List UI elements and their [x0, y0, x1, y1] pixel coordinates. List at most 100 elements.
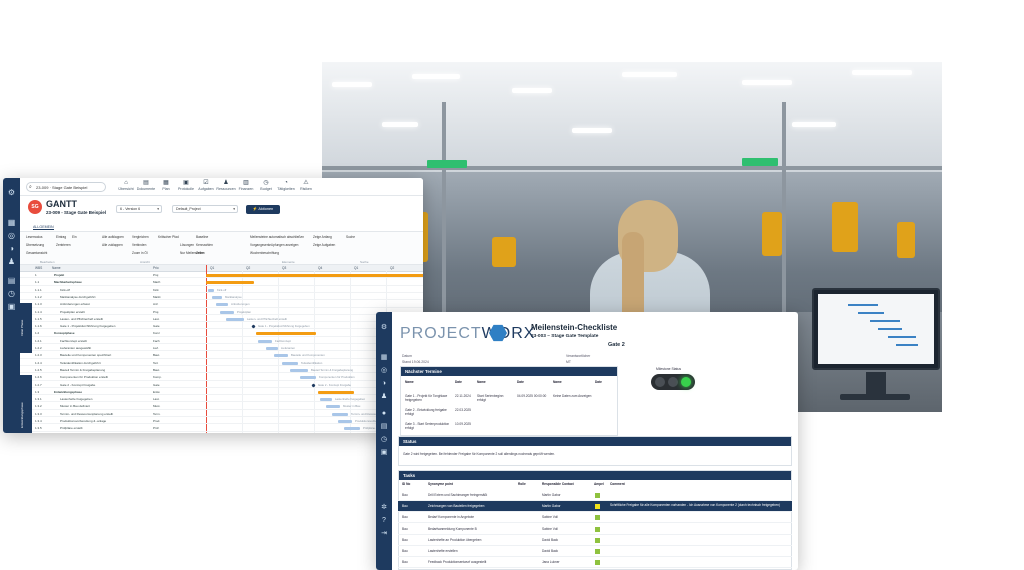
gantt-row[interactable]: 1.2.5 Bauteil Termin & Freigabeplanung Bau…	[20, 368, 423, 374]
task-row[interactable]: Bau Lastenhefte erstellen David Back	[398, 546, 792, 557]
document-icon[interactable]: ▤	[7, 276, 16, 285]
gantt-row[interactable]: 1.3 Entwicklungsphase Entw	[20, 390, 423, 396]
task-bar[interactable]	[216, 303, 228, 307]
task-bar[interactable]	[332, 412, 348, 416]
toolbar-item[interactable]: Vergleichen	[132, 235, 149, 239]
task-bar[interactable]	[274, 354, 288, 358]
toolbar-item[interactable]: Suche	[346, 235, 355, 239]
next-dates-cell: Keine Daten zum Anzeigen	[553, 394, 592, 398]
task-bar[interactable]	[300, 376, 316, 380]
project-select[interactable]: Default_Project ▾	[172, 205, 238, 213]
green-sign	[427, 160, 467, 168]
gantt-row[interactable]: 1.2.4 Teileidentifikation durchgeführt Tei…	[20, 361, 423, 366]
ceiling-light	[572, 128, 612, 133]
task-row[interactable]: Bau Lastenhefte an Produktion übergeben Da…	[398, 535, 792, 546]
toolbar-item[interactable]: Zeige Anfang	[313, 235, 332, 239]
gantt-toolbar: Lesemodus Übersetzung Gesamtansicht Eintrag…	[20, 231, 423, 265]
traffic-light-off	[655, 377, 665, 387]
project-search-input[interactable]: ⌕ 23-009 · Stage Gate Beispiel	[26, 182, 106, 192]
gantt-row[interactable]: 1.2.2 Lieferanten ausgewählt Lief.	[20, 346, 423, 352]
target-icon[interactable]: ◎	[7, 231, 16, 240]
toolbar-item[interactable]: Meilensteine automatisch abschließen	[250, 235, 304, 239]
summary-bar[interactable]	[256, 332, 316, 336]
logout-icon[interactable]: ⇥	[380, 530, 388, 538]
actions-button[interactable]: ⚡ Aktionen	[246, 205, 280, 214]
toolbar-item[interactable]: Zoom in Öl	[132, 251, 148, 255]
chart-icon[interactable]: ◑	[380, 380, 388, 388]
toolbar-item[interactable]: Verbinden	[132, 243, 146, 247]
summary-bar[interactable]	[206, 274, 423, 277]
task-row[interactable]: Bau Zeichnungen von Bauteilen freigegeben…	[398, 501, 792, 513]
gantt-row[interactable]: 1.2.6 Komponenten für Produktion erstellt…	[20, 375, 423, 381]
summary-bar[interactable]	[206, 281, 254, 285]
version-select[interactable]: 6 - Version 6 ▾	[116, 205, 162, 213]
toolbar-item[interactable]: Kritischer Pfad	[158, 235, 179, 239]
clock-icon[interactable]: ◷	[7, 289, 16, 298]
settings-icon[interactable]: ✲	[380, 504, 388, 512]
document-icon[interactable]: ▤	[380, 423, 388, 431]
toolbar-item[interactable]: Alle aufklappen	[102, 235, 124, 239]
task-row[interactable]: Bau Bedarfsanmeldung Komponente B Sabine V…	[398, 524, 792, 535]
checklist-title: Meilenstein-Checkliste	[531, 323, 618, 332]
gantt-row[interactable]: 1.1.6 Gate 1 - Projektdurchführung freige…	[20, 324, 423, 330]
task-bar[interactable]	[258, 339, 272, 343]
task-bar[interactable]	[344, 427, 360, 431]
row-prio: Gate	[153, 324, 160, 329]
toolbar-item[interactable]: Alle zuklappen	[102, 243, 123, 247]
grid-icon[interactable]: ▦	[7, 218, 16, 227]
app-logo-icon[interactable]: ⚙	[7, 188, 16, 197]
nav-tab-9[interactable]: ⚠ Risiken	[292, 179, 320, 195]
task-row[interactable]: Bau Drill Extem und Sachimanger freingemä…	[398, 490, 792, 501]
task-bar[interactable]	[326, 405, 340, 409]
toolbar-item[interactable]: Kennzahlen	[196, 243, 213, 247]
summary-bar[interactable]	[318, 390, 354, 394]
toolbar-item[interactable]: Zentrieren	[56, 243, 71, 247]
task-cell-name: Bedarfsanmeldung Komponente B	[428, 526, 477, 531]
toolbar-item[interactable]: Übersetzung	[26, 243, 44, 247]
toolbar-item[interactable]: Gesamtansicht	[26, 251, 47, 255]
task-bar[interactable]	[282, 361, 298, 365]
tab-allgemein[interactable]: ALLGEMEIN	[33, 225, 54, 230]
toolbar-item[interactable]: Vorgangsverknüpfungen anzeigen	[250, 243, 298, 247]
toolbar-item[interactable]: Zeige Aufgaben	[313, 243, 335, 247]
robot-arm	[762, 212, 782, 256]
task-row[interactable]: Bau Bedarf Komponente in Angebote Sabine V…	[398, 512, 792, 524]
gantt-row[interactable]: 1.2.7 Gate 2 - Konzept Freigabe Gate	[20, 383, 423, 388]
row-name: Gate 2 - Konzept Freigabe	[60, 382, 96, 387]
task-bar[interactable]	[266, 347, 278, 350]
toolbar-item[interactable]: Wochenbeschriftung	[250, 251, 279, 255]
gantt-row[interactable]: 1.2.1 Fachkonzept erstellt Fach	[20, 339, 423, 345]
calendar-icon[interactable]: ▣	[380, 449, 388, 457]
task-bar[interactable]	[220, 310, 234, 314]
clock-icon[interactable]: ◷	[380, 436, 388, 444]
task-bar[interactable]	[338, 420, 352, 423]
people-icon[interactable]: ♟	[380, 393, 388, 401]
toolbar-item[interactable]: Baseline	[196, 235, 208, 239]
tasks-heading: Tasks	[399, 471, 791, 480]
calendar-icon[interactable]: ▣	[7, 302, 16, 311]
task-bar[interactable]	[320, 398, 332, 402]
gantt-row[interactable]: 1.2 Konzeptphase Konz	[20, 331, 423, 337]
task-bar[interactable]	[212, 295, 222, 299]
toolbar-item[interactable]: Zeilen	[196, 251, 205, 255]
gantt-row[interactable]: 1.1.5 Lasten- und Pflichtenheft erstellt L…	[20, 316, 423, 323]
task-row[interactable]: Bau Feedback Produktionsentwurf ausgestel…	[398, 557, 792, 569]
task-cell-contact: David Back	[542, 549, 559, 553]
grid-icon[interactable]: ▦	[380, 354, 388, 362]
task-bar[interactable]	[208, 288, 214, 292]
chart-icon[interactable]: ◑	[7, 244, 16, 253]
task-bar[interactable]	[290, 368, 308, 372]
app-logo-icon[interactable]: ⚙	[380, 324, 388, 332]
target-icon[interactable]: ◎	[380, 367, 388, 375]
people-icon[interactable]: ♟	[7, 257, 16, 266]
gantt-row[interactable]: 1.3.2 Muster in Bau definiert Must.	[20, 404, 423, 410]
circle-icon[interactable]: ●	[380, 410, 388, 418]
gantt-row[interactable]: 1.2.3 Bauteile und Komponenten spezifizie…	[20, 353, 423, 359]
toolbar-item[interactable]: Lesemodus	[26, 235, 42, 239]
help-icon[interactable]: ?	[380, 517, 388, 525]
task-bar[interactable]	[226, 317, 244, 321]
toolbar-item[interactable]: Eintrag	[56, 235, 66, 239]
toolbar-item[interactable]: Lösungen	[180, 243, 194, 247]
toolbar-item[interactable]: Ein	[72, 235, 77, 239]
row-prio: Last.	[153, 316, 160, 321]
